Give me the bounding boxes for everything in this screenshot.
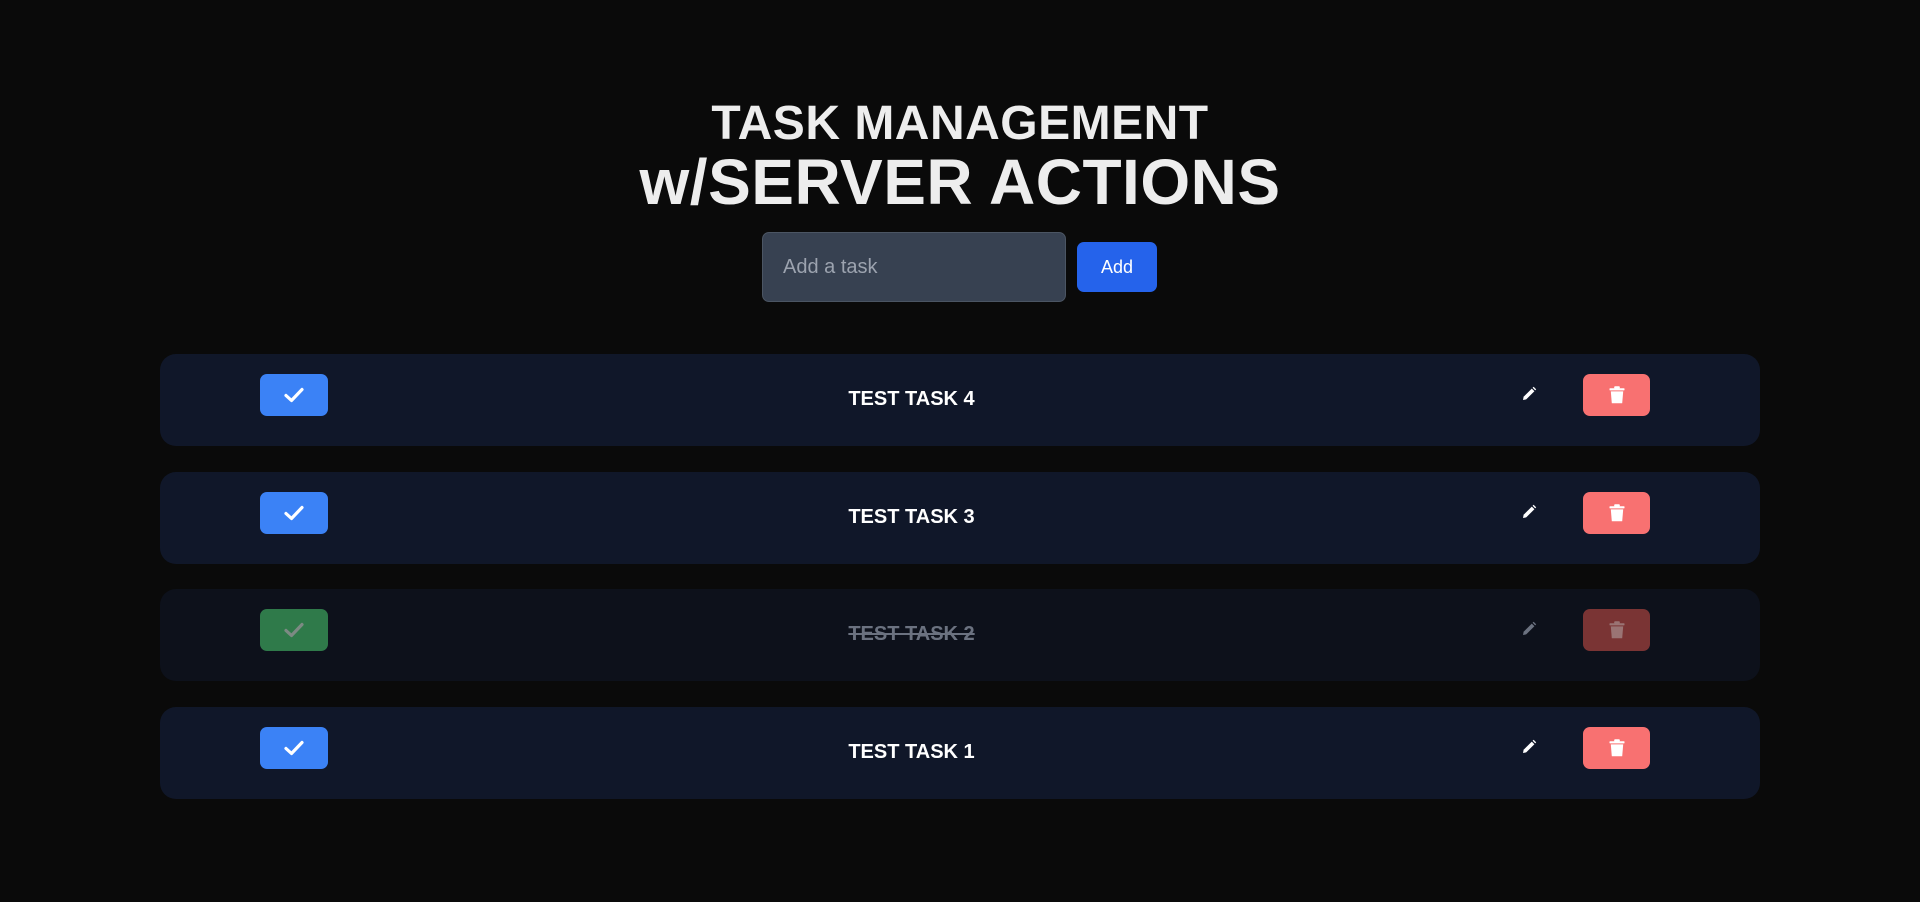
delete-button[interactable]: [1583, 726, 1650, 769]
task-label: TEST TASK 4: [848, 388, 975, 410]
edit-button[interactable]: [1518, 383, 1540, 405]
pencil-icon: [1523, 621, 1537, 635]
task-label: TEST TASK 2: [848, 623, 975, 645]
task-row: TEST TASK 2: [160, 589, 1760, 681]
edit-button[interactable]: [1518, 618, 1540, 640]
task-label: TEST TASK 1: [848, 740, 975, 763]
pencil-icon: [1523, 739, 1537, 753]
delete-button[interactable]: [1583, 491, 1650, 534]
trash-icon: [1609, 621, 1624, 639]
task-label: TEST TASK 3: [848, 505, 975, 528]
title-line-1: TASK MANAGEMENT: [711, 97, 1209, 150]
title-line-2: w/SERVER ACTIONS: [639, 146, 1281, 218]
edit-button[interactable]: [1518, 501, 1540, 523]
trash-icon: [1609, 738, 1624, 756]
page: TASK MANAGEMENT w/SERVER ACTIONS Add TES…: [0, 0, 1920, 902]
trash-icon: [1609, 386, 1624, 404]
trash-icon: [1609, 503, 1624, 521]
task-list: TEST TASK 4 TEST TASK 3 TEST TASK 2 TEST…: [160, 354, 1760, 824]
task-row: TEST TASK 3: [160, 471, 1760, 564]
delete-button[interactable]: [1583, 374, 1650, 416]
add-task-form: Add: [762, 232, 1157, 302]
pencil-icon: [1523, 386, 1537, 400]
task-input[interactable]: [762, 232, 1066, 302]
page-title: TASK MANAGEMENT w/SERVER ACTIONS: [0, 97, 1920, 218]
delete-button[interactable]: [1583, 609, 1650, 651]
edit-button[interactable]: [1518, 736, 1540, 758]
pencil-icon: [1523, 504, 1537, 518]
task-row: TEST TASK 1: [160, 706, 1760, 799]
task-row: TEST TASK 4: [160, 354, 1760, 446]
add-button[interactable]: Add: [1077, 242, 1157, 292]
